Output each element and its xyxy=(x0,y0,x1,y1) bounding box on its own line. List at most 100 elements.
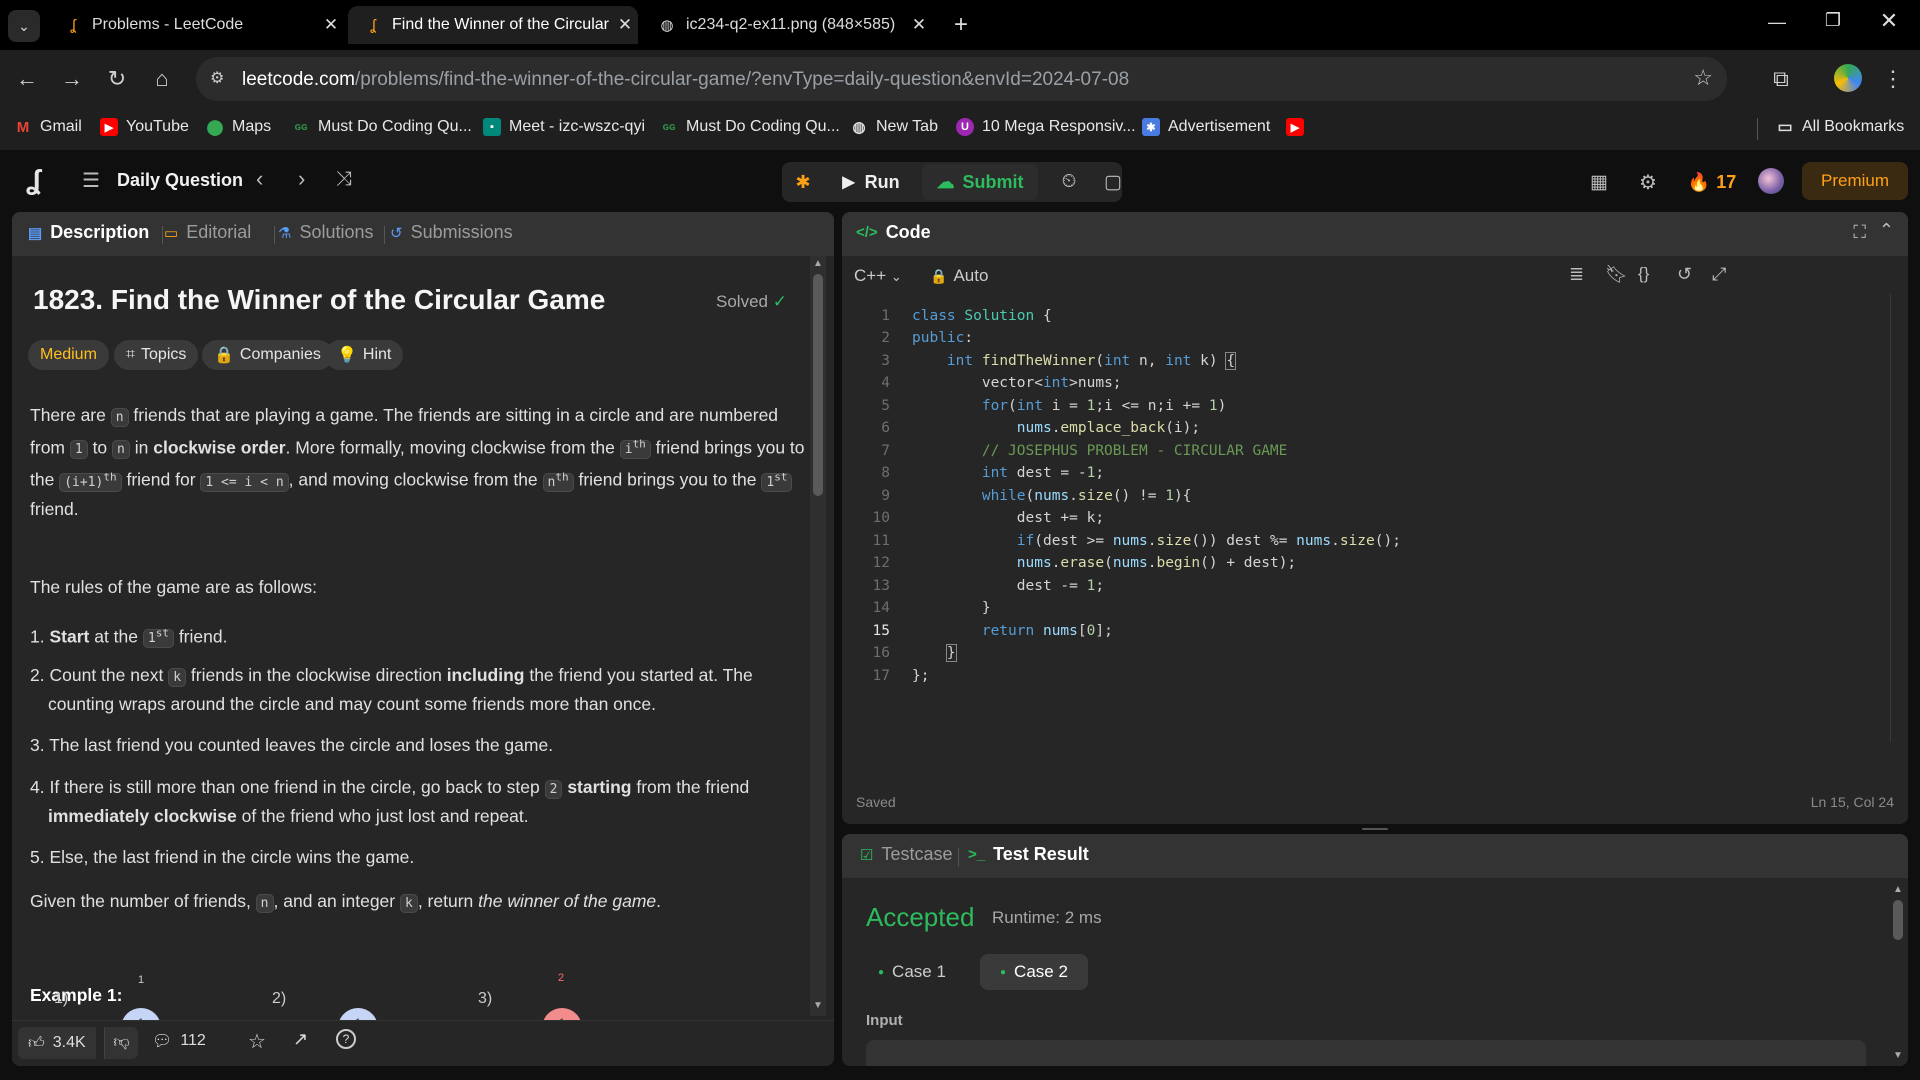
close-icon[interactable]: ✕ xyxy=(906,15,932,35)
favorite-star-icon[interactable]: ☆ xyxy=(248,1029,266,1054)
bookmark-new-tab[interactable]: ◍ New Tab xyxy=(850,118,938,136)
browser-tab-image[interactable]: ◍ ic234-q2-ex11.png (848×585) ✕ xyxy=(642,6,932,44)
back-arrow-icon[interactable]: ← xyxy=(12,64,42,94)
bookmark-label: Must Do Coding Qu... xyxy=(318,118,472,135)
scrollbar-thumb[interactable] xyxy=(813,274,823,496)
share-icon[interactable]: ↗ xyxy=(293,1029,308,1050)
reset-icon[interactable]: ↺ xyxy=(1677,264,1692,285)
user-avatar[interactable] xyxy=(1758,168,1784,194)
bookmark-maps[interactable]: ⬤ Maps xyxy=(206,118,272,136)
next-problem-icon[interactable]: › xyxy=(298,166,305,192)
code-panel-header: </> Code ⛶ ⌃ xyxy=(842,212,1908,256)
settings-gear-icon[interactable]: ⚙ xyxy=(1633,164,1663,200)
vertical-splitter[interactable] xyxy=(834,212,842,1066)
all-bookmarks[interactable]: ▭ All Bookmarks xyxy=(1776,118,1904,136)
bookmark-meet[interactable]: ▪ Meet - izc-wszc-qyi xyxy=(483,118,645,136)
run-button[interactable]: ▶ Run xyxy=(826,164,916,200)
scroll-down-icon[interactable]: ▼ xyxy=(1893,1050,1903,1061)
scroll-up-icon[interactable]: ▲ xyxy=(1893,884,1903,895)
thumbs-down-icon: 👎︎ xyxy=(113,1034,130,1051)
case-2-button[interactable]: ● Case 2 xyxy=(980,954,1088,990)
code-line: int findTheWinner(int n, int k) { xyxy=(946,352,1237,370)
browser-tab-problems[interactable]: ʆ Problems - LeetCode ✕ xyxy=(48,6,344,44)
streak-counter[interactable]: 🔥 17 xyxy=(1684,164,1740,200)
topics-tag[interactable]: ⌗ Topics xyxy=(114,340,199,370)
notes-icon[interactable]: ▢ xyxy=(1096,164,1130,200)
tab-search-button[interactable]: ⌄ xyxy=(8,10,40,42)
problem-title: 1823. Find the Winner of the Circular Ga… xyxy=(33,284,606,315)
bookmark-youtube-2[interactable]: ▶ xyxy=(1286,118,1312,136)
streak-count: 17 xyxy=(1716,171,1737,192)
collapse-chevron-icon[interactable]: ⌃ xyxy=(1879,220,1894,241)
bookmark-icon[interactable]: 🔖︎ xyxy=(1605,264,1628,285)
result-scrollbar[interactable]: ▲ ▼ xyxy=(1890,884,1906,1066)
rule-item: 3. The last friend you counted leaves th… xyxy=(30,735,554,755)
check-circle-icon: ✓ xyxy=(772,292,787,311)
dislike-button[interactable]: 👎︎ xyxy=(104,1027,138,1059)
bookmark-label: Maps xyxy=(232,118,272,135)
prev-problem-icon[interactable]: ‹ xyxy=(256,166,263,192)
premium-button[interactable]: Premium xyxy=(1802,162,1908,200)
tab-description[interactable]: ▤ Description xyxy=(28,222,149,243)
rule-item: 5. Else, the last friend in the circle w… xyxy=(30,847,415,867)
site-info-icon[interactable]: ⚙ xyxy=(210,68,224,88)
comments-button[interactable]: 💬︎ 112 xyxy=(152,1031,206,1051)
address-bar[interactable]: ⚙ leetcode.com/problems/find-the-winner-… xyxy=(196,57,1727,101)
daily-question-title[interactable]: Daily Question xyxy=(117,170,243,191)
debug-icon[interactable]: ✱ xyxy=(786,164,820,200)
close-window-button[interactable]: ✕ xyxy=(1874,8,1904,34)
bookmark-must-do-1[interactable]: ɢɢ Must Do Coding Qu... xyxy=(292,118,472,136)
bookmark-advertisement[interactable]: ✱ Advertisement xyxy=(1142,118,1270,136)
tab-editorial[interactable]: ▭ Editorial xyxy=(164,222,251,243)
submit-button[interactable]: ☁ Submit xyxy=(922,164,1038,200)
checkbox-icon: ☑ xyxy=(860,846,874,864)
bookmark-mega-responsive[interactable]: U 10 Mega Responsiv... xyxy=(956,118,1136,136)
tab-submissions[interactable]: ↺ Submissions xyxy=(390,222,513,243)
format-icon[interactable]: ≣ xyxy=(1569,264,1584,285)
like-button[interactable]: 👍︎ 3.4K xyxy=(18,1027,96,1059)
home-icon[interactable]: ⌂ xyxy=(147,64,177,94)
input-label: Input xyxy=(866,1012,903,1029)
code-line: // JOSEPHUS PROBLEM - CIRCULAR GAME xyxy=(981,443,1288,459)
horizontal-splitter[interactable] xyxy=(842,824,1908,834)
leetcode-logo[interactable]: ʆ xyxy=(26,164,41,196)
tab-test-result[interactable]: >_ Test Result xyxy=(968,844,1089,865)
reload-icon[interactable]: ↻ xyxy=(102,64,132,94)
code-tab[interactable]: </> Code xyxy=(856,222,931,243)
browser-tab-find-winner[interactable]: ʆ Find the Winner of the Circular ✕ xyxy=(348,6,638,44)
new-tab-button[interactable]: + xyxy=(946,10,976,40)
braces-icon[interactable]: {} xyxy=(1638,264,1649,284)
shuffle-icon[interactable]: ⤨ xyxy=(336,168,352,191)
scrollbar-thumb[interactable] xyxy=(1893,900,1903,940)
code-scrollbar[interactable] xyxy=(1890,294,1900,742)
restore-button[interactable]: ❐ xyxy=(1818,10,1848,31)
expand-icon[interactable]: ⤢ xyxy=(1712,264,1726,285)
language-selector[interactable]: C++ ⌄ xyxy=(854,266,902,286)
extensions-icon[interactable]: ⧉ xyxy=(1766,64,1796,94)
kebab-menu-icon[interactable]: ⋮ xyxy=(1878,64,1908,94)
hint-tag[interactable]: 💡 Hint xyxy=(325,340,404,370)
forward-arrow-icon[interactable]: → xyxy=(57,64,87,94)
bookmark-must-do-2[interactable]: ɢɢ Must Do Coding Qu... xyxy=(660,118,840,136)
timer-icon[interactable]: ⏲ xyxy=(1052,164,1086,200)
problem-list-icon[interactable]: ☰ xyxy=(82,168,100,193)
description-scrollbar[interactable]: ▲ ▼ xyxy=(810,256,826,1016)
scroll-up-icon[interactable]: ▲ xyxy=(813,258,823,269)
terminal-icon: >_ xyxy=(968,846,986,863)
case-1-button[interactable]: ● Case 1 xyxy=(864,954,960,990)
auto-mode[interactable]: 🔒 Auto xyxy=(930,266,988,286)
scroll-down-icon[interactable]: ▼ xyxy=(813,1000,823,1011)
companies-tag[interactable]: 🔒 Companies xyxy=(202,340,333,370)
profile-avatar[interactable] xyxy=(1834,64,1862,92)
layout-icon[interactable]: ▦ xyxy=(1584,164,1614,200)
fullscreen-icon[interactable]: ⛶ xyxy=(1853,222,1866,243)
bookmark-youtube[interactable]: ▶ YouTube xyxy=(100,118,189,136)
minimize-button[interactable]: — xyxy=(1762,12,1792,33)
close-icon[interactable]: ✕ xyxy=(612,15,638,35)
close-icon[interactable]: ✕ xyxy=(318,15,344,35)
tab-solutions[interactable]: ⚗ Solutions xyxy=(278,222,374,243)
help-icon[interactable]: ? xyxy=(336,1029,356,1049)
bookmark-star-icon[interactable]: ☆ xyxy=(1693,65,1713,91)
bookmark-gmail[interactable]: M Gmail xyxy=(14,118,82,136)
tab-testcase[interactable]: ☑ Testcase xyxy=(860,844,953,865)
